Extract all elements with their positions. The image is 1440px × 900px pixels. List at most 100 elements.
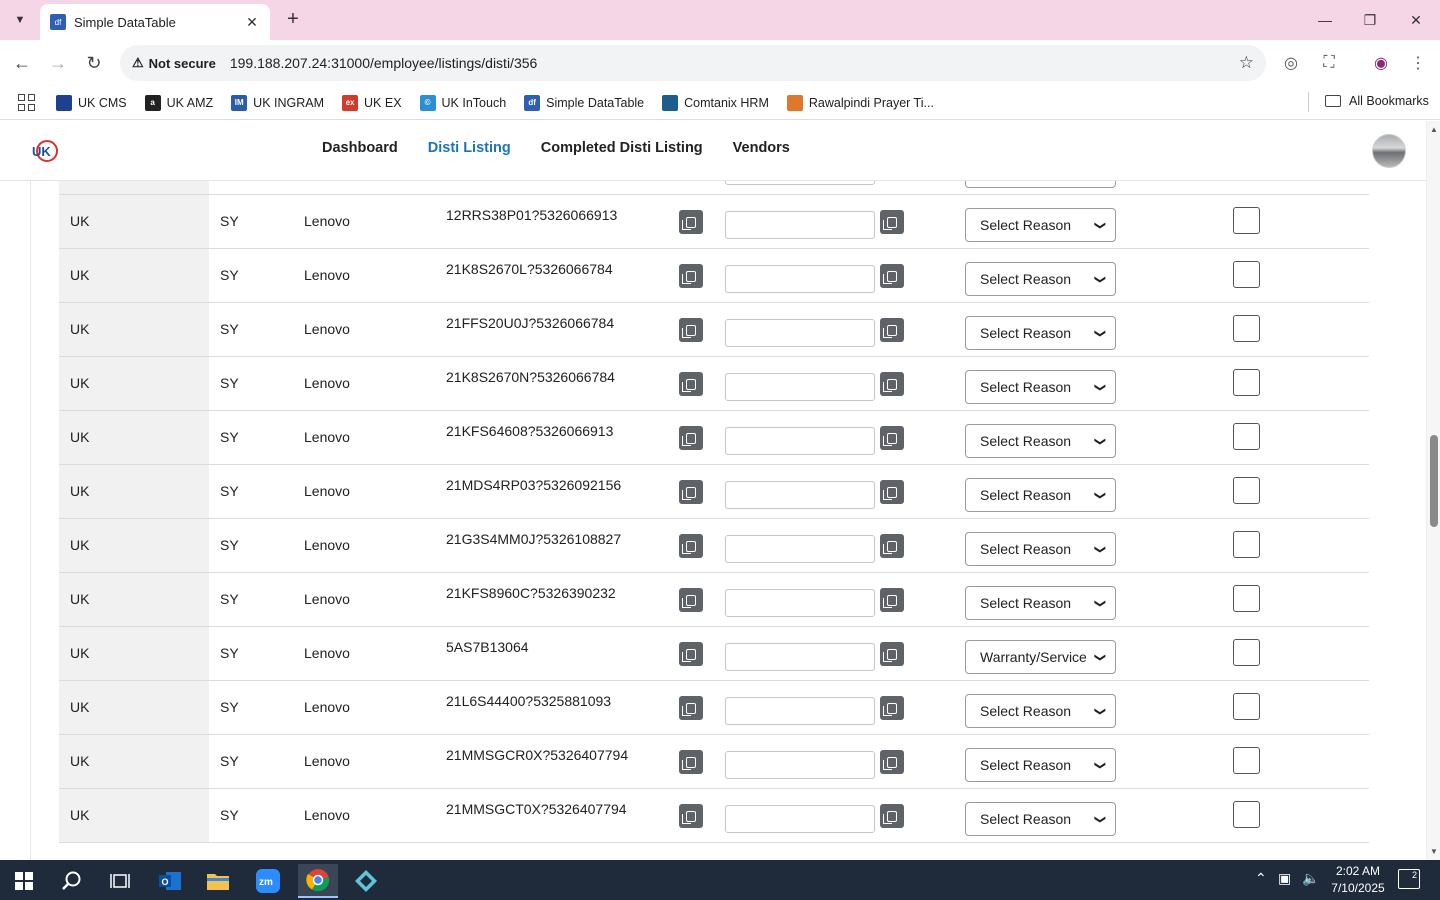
apps-grid-icon[interactable]	[18, 93, 36, 112]
row-checkbox[interactable]	[1233, 207, 1260, 234]
copy-sku-button[interactable]	[679, 588, 703, 612]
bookmark-item[interactable]: UK CMS	[56, 94, 127, 111]
user-avatar[interactable]	[1372, 134, 1406, 168]
copy-sku-button[interactable]	[679, 696, 703, 720]
system-clock[interactable]: 2:02 AM 7/10/2025	[1318, 863, 1398, 897]
zoom-icon[interactable]: zm	[248, 864, 288, 898]
copy-sku-button[interactable]	[679, 372, 703, 396]
task-view-icon[interactable]	[100, 864, 140, 898]
note-input[interactable]	[725, 319, 875, 347]
reason-select[interactable]: Select Reason ❯	[965, 694, 1116, 728]
scroll-up-arrow-icon[interactable]: ▲	[1430, 125, 1438, 134]
reason-select[interactable]: Select Reason ❯	[965, 802, 1116, 836]
tab-close-icon[interactable]: ✕	[244, 14, 260, 31]
paste-button[interactable]	[880, 642, 904, 666]
reason-select[interactable]: Select Reason ❯	[965, 262, 1116, 296]
note-input[interactable]	[725, 373, 875, 401]
all-bookmarks-button[interactable]: All Bookmarks	[1325, 94, 1429, 108]
reason-select[interactable]: Select Reason ❯	[965, 586, 1116, 620]
file-explorer-icon[interactable]	[198, 864, 238, 898]
nav-link-completed-disti-listing[interactable]: Completed Disti Listing	[541, 140, 703, 156]
reload-icon[interactable]: ↻	[83, 52, 105, 74]
paste-button[interactable]	[880, 696, 904, 720]
reason-select[interactable]: Select Reason ❯	[965, 316, 1116, 350]
url-text[interactable]: 199.188.207.24:31000/employee/listings/d…	[230, 55, 1239, 71]
tab-search-chevron-icon[interactable]: ▼	[6, 8, 34, 32]
row-checkbox[interactable]	[1233, 315, 1260, 342]
paste-button[interactable]	[880, 426, 904, 450]
paste-button[interactable]	[880, 804, 904, 828]
note-input[interactable]	[725, 265, 875, 293]
app-diamond-icon[interactable]	[346, 864, 386, 898]
nav-link-dashboard[interactable]: Dashboard	[322, 140, 398, 156]
row-checkbox[interactable]	[1233, 423, 1260, 450]
bookmark-item[interactable]: a UK AMZ	[144, 94, 213, 111]
bookmark-star-icon[interactable]: ☆	[1239, 53, 1254, 73]
bookmark-item[interactable]: Rawalpindi Prayer Ti...	[786, 94, 934, 111]
kebab-menu-icon[interactable]: ⋮	[1407, 52, 1429, 74]
row-checkbox[interactable]	[1233, 585, 1260, 612]
note-input[interactable]	[725, 211, 875, 239]
copy-sku-button[interactable]	[679, 804, 703, 828]
reason-select[interactable]: Select Reason ❯	[965, 748, 1116, 782]
bookmark-item[interactable]: © UK InTouch	[419, 94, 506, 111]
reason-select[interactable]: Select Reason ❯	[965, 208, 1116, 242]
copy-sku-button[interactable]	[679, 318, 703, 342]
row-checkbox[interactable]	[1233, 747, 1260, 774]
windows-start-icon[interactable]	[4, 864, 44, 898]
nav-link-vendors[interactable]: Vendors	[733, 140, 790, 156]
copy-sku-button[interactable]	[679, 642, 703, 666]
reason-select[interactable]: Select Reason ❯	[965, 370, 1116, 404]
note-input[interactable]	[725, 697, 875, 725]
outlook-icon[interactable]: O	[150, 864, 190, 898]
notification-center-icon[interactable]: 2	[1398, 869, 1420, 889]
row-checkbox[interactable]	[1233, 693, 1260, 720]
paste-button[interactable]	[880, 318, 904, 342]
window-restore-icon[interactable]: ❐	[1358, 8, 1382, 32]
tray-overflow-chevron-icon[interactable]: ⌃	[1255, 870, 1267, 887]
nav-link-disti-listing[interactable]: Disti Listing	[428, 140, 511, 156]
security-chip[interactable]: ⚠ Not secure	[132, 55, 216, 71]
reason-select[interactable]: Select Reason ❯	[965, 424, 1116, 458]
bookmark-item[interactable]: Comtanix HRM	[662, 94, 769, 111]
copy-sku-button[interactable]	[679, 210, 703, 234]
note-input[interactable]	[725, 751, 875, 779]
paste-button[interactable]	[880, 480, 904, 504]
bookmark-item[interactable]: ex UK EX	[342, 94, 402, 111]
bookmark-item[interactable]: df Simple DataTable	[524, 94, 644, 111]
scroll-down-arrow-icon[interactable]: ▼	[1430, 847, 1438, 856]
note-input[interactable]	[725, 589, 875, 617]
reason-select[interactable]: Select Reason ❯	[965, 478, 1116, 512]
row-checkbox[interactable]	[1233, 477, 1260, 504]
paste-button[interactable]	[880, 588, 904, 612]
new-tab-plus-icon[interactable]: +	[282, 8, 304, 30]
extensions-puzzle-icon[interactable]: ⛶	[1318, 52, 1340, 74]
reason-select[interactable]: Warranty/Service ❯	[965, 640, 1116, 674]
note-input[interactable]	[725, 427, 875, 455]
copy-sku-button[interactable]	[679, 426, 703, 450]
profile-avatar-icon[interactable]: ◉	[1370, 52, 1392, 74]
copy-sku-button[interactable]	[679, 534, 703, 558]
forward-arrow-icon[interactable]: →	[47, 52, 69, 74]
row-checkbox[interactable]	[1233, 369, 1260, 396]
window-close-icon[interactable]: ✕	[1404, 8, 1428, 32]
note-input[interactable]	[725, 535, 875, 563]
window-minimize-icon[interactable]: —	[1313, 8, 1337, 32]
volume-muted-icon[interactable]: 🔈	[1302, 870, 1319, 887]
address-bar[interactable]: ⚠ Not secure 199.188.207.24:31000/employ…	[120, 45, 1266, 81]
page-scrollbar[interactable]: ▲ ▼	[1426, 121, 1440, 860]
row-checkbox[interactable]	[1233, 261, 1260, 288]
paste-button[interactable]	[880, 534, 904, 558]
browser-tab[interactable]: df Simple DataTable ✕	[40, 4, 270, 40]
note-input[interactable]	[725, 481, 875, 509]
search-icon[interactable]	[52, 864, 92, 898]
bookmark-item[interactable]: IM UK INGRAM	[231, 94, 324, 111]
translate-globe-icon[interactable]: ◎	[1280, 52, 1302, 74]
scrollbar-thumb[interactable]	[1430, 435, 1438, 527]
copy-sku-button[interactable]	[679, 264, 703, 288]
chrome-icon[interactable]	[298, 864, 338, 898]
paste-button[interactable]	[880, 210, 904, 234]
back-arrow-icon[interactable]: ←	[11, 52, 33, 74]
note-input[interactable]	[725, 805, 875, 833]
paste-button[interactable]	[880, 264, 904, 288]
